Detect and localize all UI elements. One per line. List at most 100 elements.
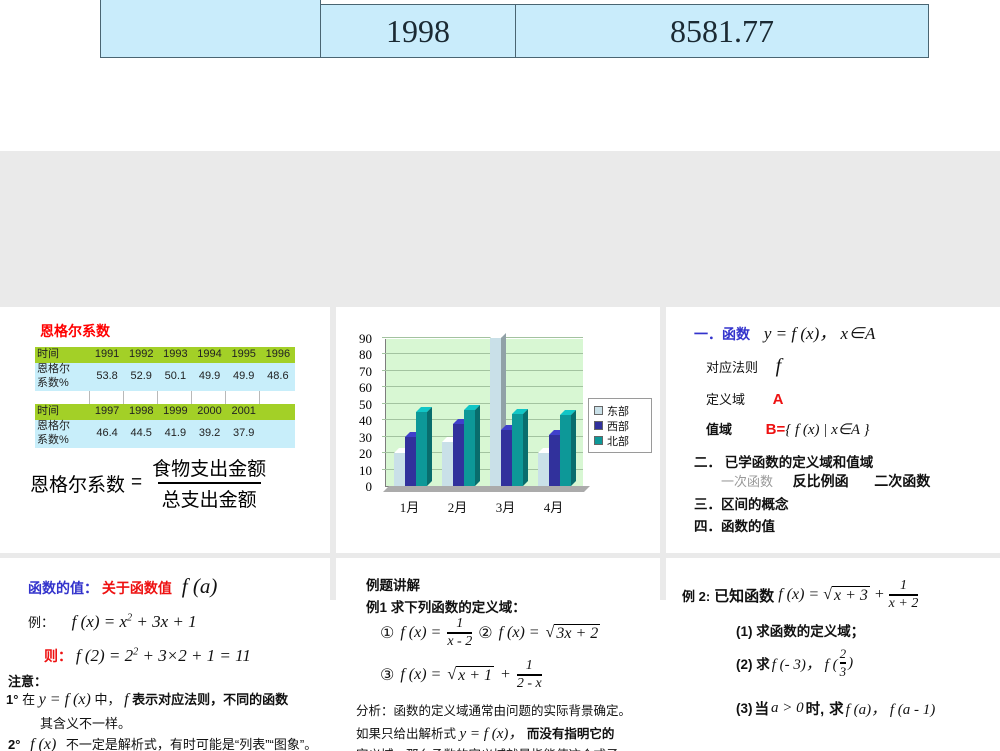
bar-北部-2月 bbox=[464, 405, 480, 486]
slide-panel-function-value[interactable]: 函数的值： 关于函数值 f (a) 例： f (x) = x2 + 3x + 1… bbox=[0, 558, 330, 751]
radical-sign: √ bbox=[447, 665, 457, 683]
table-cell-year[interactable]: 1998 bbox=[320, 4, 516, 58]
x-axis-tick-label: 4月 bbox=[543, 500, 564, 515]
note1-text-a: 在 bbox=[22, 692, 36, 707]
slide-board: 恩格尔系数 时间 1991 1992 1993 1994 1995 1996 恩… bbox=[0, 151, 1000, 751]
analysis-line2-math: y = f (x)， bbox=[459, 726, 524, 742]
equals-sign: = bbox=[131, 472, 143, 493]
analysis-line1: 分析：函数的定义域通常由问题的实际背景确定。 bbox=[356, 704, 632, 718]
item-3-number: ③ bbox=[380, 667, 395, 684]
chart-gridline bbox=[382, 386, 583, 388]
bar-西部-2月 bbox=[453, 418, 469, 486]
bar-side-face bbox=[523, 408, 528, 486]
note1-text-b: 中， bbox=[94, 692, 121, 707]
fraction-denominator: 总支出金额 bbox=[157, 482, 261, 513]
slide-panel-chart[interactable]: 0 10 20 30 40 50 60 70 80 90 1月 2月 3月 4月 东部 西部 北部 bbox=[336, 307, 660, 553]
rule-label: 对应法则 bbox=[706, 360, 759, 375]
y-axis-tick-label: 40 bbox=[359, 413, 372, 429]
domain-value: A bbox=[772, 391, 784, 408]
example2-part2-math1: f (- 3)， f ( bbox=[771, 656, 838, 673]
cell: 1991 bbox=[90, 347, 125, 363]
item-3-math: f (x) = bbox=[400, 666, 442, 683]
bar-side-face bbox=[571, 410, 576, 486]
note1-math2: f bbox=[124, 691, 129, 708]
chart-gridline bbox=[382, 337, 583, 338]
cell: 52.9 bbox=[124, 363, 159, 391]
table-cell-empty[interactable] bbox=[100, 0, 321, 58]
cell: 48.6 bbox=[260, 363, 295, 391]
example2-part1: (1) 求函数的定义域； bbox=[736, 624, 865, 639]
cell bbox=[260, 420, 295, 448]
y-axis-tick-label: 90 bbox=[359, 331, 372, 346]
example2-part3-shi: 时, bbox=[805, 702, 825, 718]
item-3-sqrt: √ x + 1 bbox=[447, 665, 495, 684]
note1-number: 1° bbox=[6, 692, 19, 707]
slide-panel-example1[interactable]: 例题讲解 例1 求下列函数的定义域： ① f (x) = 1x - 2 ② f … bbox=[336, 558, 660, 751]
chart-legend: 东部 西部 北部 bbox=[588, 398, 652, 453]
example2-sqrt: √ x + 3 bbox=[823, 585, 870, 604]
analysis-line2-a: 如果只给出解析式 bbox=[356, 727, 457, 741]
legend-entry: 北部 bbox=[594, 433, 651, 448]
example2-fraction: 1x + 2 bbox=[888, 578, 919, 611]
example2-given: 已知函数 bbox=[714, 587, 775, 605]
inverse-function-label: 反比例函 bbox=[792, 473, 849, 489]
y-axis-tick-label: 80 bbox=[359, 347, 372, 363]
bar-东部-3月 bbox=[490, 333, 506, 486]
quadratic-function-label: 二次函数 bbox=[874, 473, 931, 489]
bar-东部-4月 bbox=[538, 448, 554, 486]
chart-floor bbox=[383, 486, 590, 492]
bar-西部-3月 bbox=[501, 425, 517, 486]
slide-panel-engel[interactable]: 恩格尔系数 时间 1991 1992 1993 1994 1995 1996 恩… bbox=[0, 307, 330, 553]
result-label: 则： bbox=[44, 648, 72, 664]
bar-side-face bbox=[475, 405, 480, 486]
bar-北部-4月 bbox=[560, 410, 576, 486]
result-math: f (2) = 22 + 3×2 + 1 = 11 bbox=[75, 646, 251, 665]
cell: 1998 bbox=[124, 404, 159, 420]
formula-fraction: 食物支出金额 总支出金额 bbox=[148, 453, 270, 513]
note2-text: 不一定是解析式，有时可能是“列表”“图象”。 bbox=[65, 737, 318, 751]
cell: 2000 bbox=[192, 404, 227, 420]
cell: 时间 bbox=[35, 404, 90, 420]
x-axis-tick-label: 3月 bbox=[495, 500, 516, 515]
cell: 53.8 bbox=[90, 363, 125, 391]
fraction-numerator: 食物支出金额 bbox=[152, 459, 267, 480]
cell: 1992 bbox=[124, 347, 159, 363]
slide-panel-function-overview[interactable]: 一．函数 y = f (x)， x∈A 对应法则 f 定义域 A 值域 B={ … bbox=[666, 307, 1000, 553]
engel-table-1997-2001: 时间 1997 1998 1999 2000 2001 恩格尔 系数% 46.4 … bbox=[35, 404, 295, 448]
value-title-red: 关于函数值 bbox=[101, 580, 172, 596]
cell: 37.9 bbox=[226, 420, 261, 448]
note1-text-c: 表示对应法则，不同的函数 bbox=[132, 692, 289, 707]
example2-part2-label: (2) 求 bbox=[736, 657, 770, 672]
table-cell-amount[interactable]: 8581.77 bbox=[515, 4, 929, 58]
lecture-title: 例题讲解 bbox=[366, 578, 420, 593]
legend-swatch bbox=[594, 421, 603, 430]
y-axis-tick-label: 0 bbox=[365, 479, 373, 494]
cell: 2001 bbox=[226, 404, 261, 420]
function-definition-math: y = f (x)， x∈A bbox=[763, 324, 876, 343]
cell: 恩格尔 系数% bbox=[35, 420, 90, 448]
cell: 49.9 bbox=[226, 363, 261, 391]
slide-panel-example2[interactable]: 例 2: 已知函数 f (x) = √ x + 3 + 1x + 2 (1) 求函… bbox=[666, 558, 1000, 751]
formula-lhs: 恩格尔系数 bbox=[30, 474, 126, 496]
section-4-label: 四．函数的值 bbox=[694, 519, 775, 534]
table-row: 恩格尔 系数% 53.8 52.9 50.1 49.9 49.9 48.6 bbox=[35, 363, 295, 391]
chart-gridline bbox=[382, 419, 583, 421]
example2-part2-math2: ) bbox=[848, 654, 854, 671]
bar-side-face bbox=[427, 407, 432, 486]
example1-title: 例1 求下列函数的定义域： bbox=[366, 600, 526, 615]
example-math: f (x) = x2 + 3x + 1 bbox=[71, 612, 197, 631]
cell: 1994 bbox=[192, 347, 227, 363]
cell: 50.1 bbox=[158, 363, 193, 391]
cell: 41.9 bbox=[158, 420, 193, 448]
note-label: 注意： bbox=[8, 674, 48, 689]
example2-part3-math2: f (a)， f (a - 1) bbox=[845, 702, 936, 718]
cell: 49.9 bbox=[192, 363, 227, 391]
section-1-label: 一．函数 bbox=[694, 326, 750, 342]
year-amount-table: 1998 8581.77 bbox=[100, 0, 929, 58]
rule-math: f bbox=[775, 355, 782, 377]
radical-sign: √ bbox=[823, 585, 832, 603]
y-axis-tick-label: 30 bbox=[359, 429, 372, 445]
item-1-fraction: 1x - 2 bbox=[447, 616, 473, 649]
note2-number: 2° bbox=[8, 737, 21, 751]
x-axis-tick-label: 2月 bbox=[447, 500, 468, 515]
